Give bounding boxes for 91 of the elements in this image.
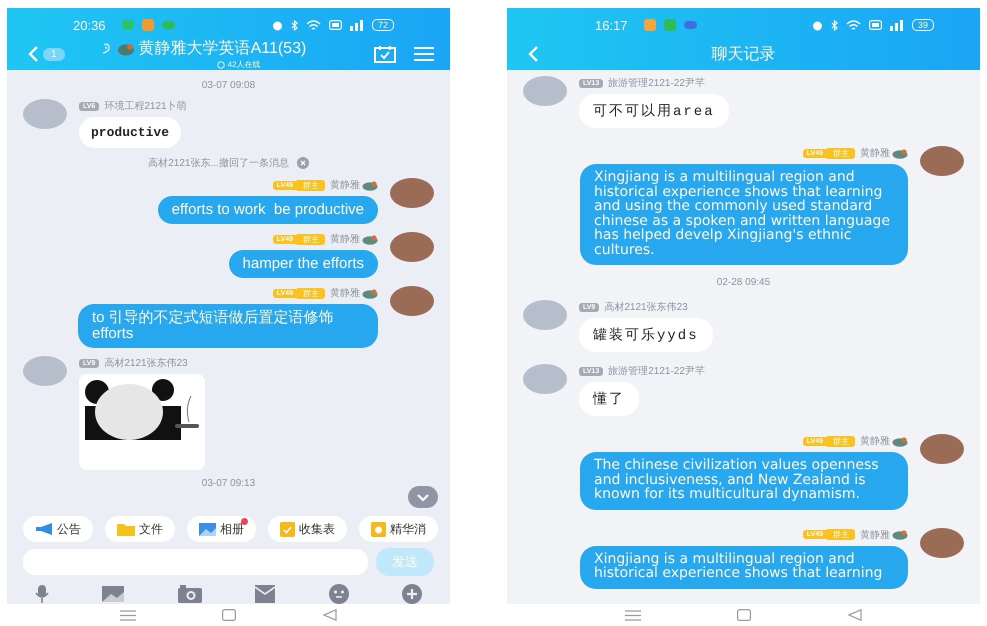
sender-name: 旅游管理2121-22尹芊 <box>608 76 705 90</box>
shortcut-chip[interactable]: 文件 <box>105 516 175 542</box>
message-bubble: 可不可以用area <box>579 94 729 128</box>
message-bubble: Xingjiang is a multilingual region and historical experience shows that learning and using the commonly used standard chinese as a spoken and written language has helped develp Xingjiang's ethnic cultures. <box>580 164 908 265</box>
scroll-down-button[interactable] <box>408 486 438 508</box>
emblem-icon <box>116 42 135 56</box>
back-icon[interactable] <box>322 609 337 621</box>
emblem-icon <box>892 148 908 158</box>
shortcut-chip[interactable]: 公告 <box>23 516 93 542</box>
sender-name: 高材2121张东伟23 <box>604 300 688 314</box>
message-bubble: The chinese civilization values openness and inclusiveness, and New Zealand is known for its multicultural dynamism. <box>580 452 908 510</box>
sender-name: 高材2121张东伟23 <box>104 356 188 370</box>
timestamp: 03-07 09:08 <box>202 80 256 91</box>
emblem-icon <box>362 180 378 190</box>
folder-icon <box>117 522 135 536</box>
status-time: 16:17 <box>595 18 628 32</box>
message-bubble: Xingjiang is a multilingual region and historical experience shows that learning <box>580 546 908 588</box>
online-icon <box>216 60 225 68</box>
chevron-left-icon <box>27 45 39 63</box>
recall-notice: 高材2121张东...撤回了一条消息 <box>148 156 289 170</box>
menu-icon[interactable] <box>120 610 136 620</box>
essence-icon <box>371 522 386 536</box>
megaphone-icon <box>35 523 53 535</box>
hd-icon <box>868 20 882 30</box>
avatar[interactable] <box>523 364 567 394</box>
shortcut-chip[interactable]: 收集表 <box>268 516 347 542</box>
envelope-icon[interactable] <box>255 585 276 603</box>
role-badge: 群主 <box>297 234 325 244</box>
sender-name: 黄静雅 <box>860 146 890 160</box>
avatar[interactable] <box>920 434 964 464</box>
sender-name: 旅游管理2121-22尹芊 <box>608 364 705 378</box>
sender-name: 黄静雅 <box>330 178 360 192</box>
wifi-icon <box>846 20 861 30</box>
role-badge: 群主 <box>827 436 855 446</box>
avatar[interactable] <box>390 286 434 316</box>
role-badge: 群主 <box>297 288 325 298</box>
shortcut-chip[interactable]: 精华消 <box>359 516 438 542</box>
sender-name: 黄静雅 <box>330 286 360 300</box>
emblem-icon <box>362 288 378 298</box>
role-badge: 群主 <box>297 180 325 190</box>
chevron-down-icon <box>416 492 430 502</box>
chevron-left-icon <box>527 45 539 63</box>
page-title: 聊天记录 <box>710 44 776 64</box>
home-icon[interactable] <box>737 609 752 621</box>
battery-indicator: 72 <box>372 19 394 31</box>
hd-icon <box>328 20 342 30</box>
avatar[interactable] <box>920 528 964 558</box>
message-bubble: productive <box>79 117 182 148</box>
emoji-icon[interactable] <box>328 584 349 604</box>
timestamp: 03-07 09:13 <box>202 478 256 489</box>
shortcut-chip[interactable]: 相册 <box>187 516 256 542</box>
back-icon[interactable] <box>848 609 862 621</box>
image-icon <box>199 522 216 536</box>
message-bubble: 懂了 <box>579 382 639 416</box>
avatar[interactable] <box>390 178 434 208</box>
camera-icon[interactable] <box>178 585 202 603</box>
avatar[interactable] <box>523 76 567 106</box>
sender-name: 黄静雅 <box>860 528 890 542</box>
avatar[interactable] <box>920 146 964 176</box>
message-bubble: to 引导的不定式短语做后置定语修饰efforts <box>78 304 378 348</box>
signal-icon <box>890 20 904 30</box>
bluetooth-icon <box>830 20 838 30</box>
chat-title: 黄静雅大学英语A11(53) <box>138 38 306 59</box>
status-time: 20:36 <box>73 18 106 32</box>
unread-count: 1 <box>43 48 65 60</box>
emblem-icon <box>892 529 908 540</box>
emblem-icon <box>362 234 378 244</box>
sender-name: 黄静雅 <box>330 232 360 246</box>
menu-icon[interactable] <box>625 610 642 620</box>
role-badge: 群主 <box>827 148 855 158</box>
sender-name: 黄静雅 <box>860 434 890 448</box>
close-icon[interactable] <box>296 157 309 169</box>
role-badge: 群主 <box>827 529 855 540</box>
checklist-icon <box>280 522 295 536</box>
emblem-icon <box>892 436 908 446</box>
message-bubble: hamper the efforts <box>228 250 378 278</box>
timestamp: 02-28 09:45 <box>716 277 770 288</box>
image-icon[interactable] <box>102 586 124 602</box>
microphone-icon[interactable] <box>35 585 49 603</box>
sender-name: 环境工程2121卜萌 <box>104 100 187 113</box>
bluetooth-icon <box>290 20 298 30</box>
plus-icon[interactable] <box>402 584 422 604</box>
message-bubble: efforts to work be productive <box>158 196 378 224</box>
wifi-icon <box>306 20 321 30</box>
message-bubble: 罐装可乐yyds <box>579 318 713 352</box>
signal-icon <box>350 20 364 30</box>
avatar[interactable] <box>523 300 567 330</box>
online-count: 42人在线 <box>228 59 260 70</box>
home-icon[interactable] <box>222 609 236 621</box>
battery-indicator: 39 <box>912 19 934 31</box>
avatar[interactable] <box>390 232 434 262</box>
